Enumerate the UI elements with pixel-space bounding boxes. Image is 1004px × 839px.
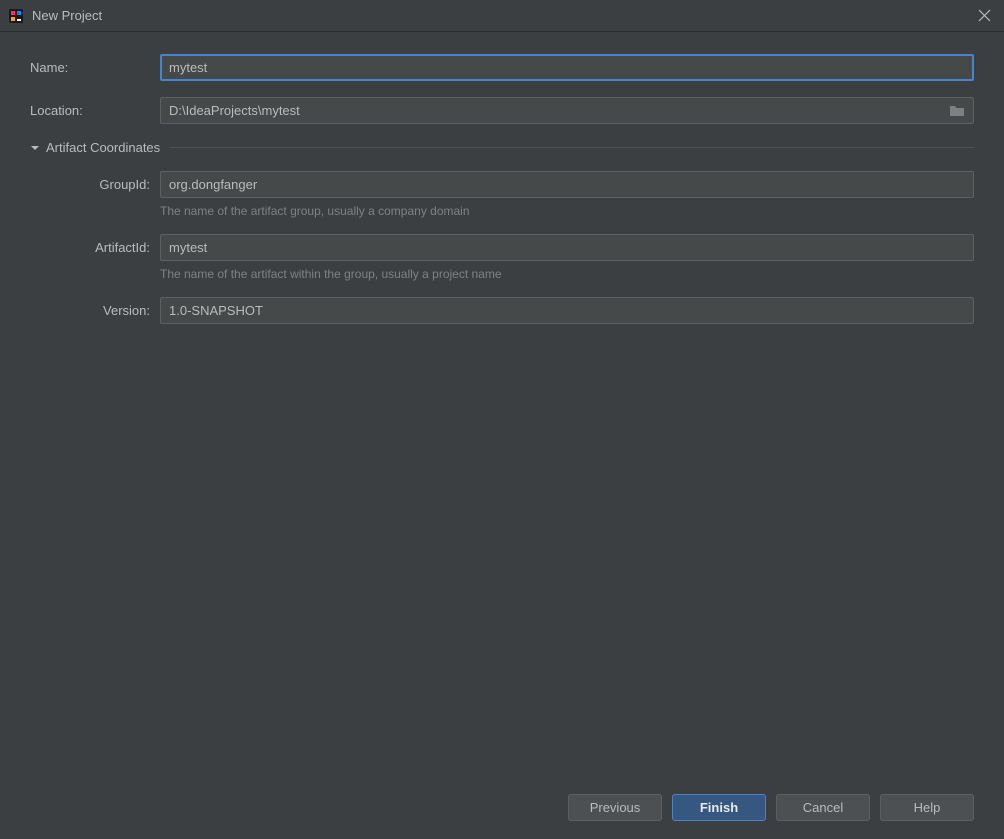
location-label: Location: bbox=[30, 103, 160, 118]
artifact-section: GroupId: The name of the artifact group,… bbox=[30, 171, 974, 330]
groupid-hint: The name of the artifact group, usually … bbox=[160, 204, 974, 218]
name-input[interactable] bbox=[160, 54, 974, 81]
artifactid-input[interactable] bbox=[160, 234, 974, 261]
folder-icon[interactable] bbox=[941, 104, 973, 118]
app-icon bbox=[8, 8, 24, 24]
version-label: Version: bbox=[74, 303, 160, 318]
cancel-button[interactable]: Cancel bbox=[776, 794, 870, 821]
help-button[interactable]: Help bbox=[880, 794, 974, 821]
dialog-footer: Previous Finish Cancel Help bbox=[0, 780, 1004, 839]
version-row: Version: bbox=[74, 297, 974, 324]
location-row: Location: bbox=[30, 97, 974, 124]
window-title: New Project bbox=[32, 8, 972, 23]
artifactid-hint: The name of the artifact within the grou… bbox=[160, 267, 974, 281]
finish-button[interactable]: Finish bbox=[672, 794, 766, 821]
artifact-coordinates-header[interactable]: Artifact Coordinates bbox=[30, 140, 974, 155]
version-input[interactable] bbox=[160, 297, 974, 324]
dialog-content: Name: Location: Artifact Coordinates Gro… bbox=[0, 32, 1004, 780]
section-divider bbox=[170, 147, 974, 148]
chevron-down-icon bbox=[30, 143, 40, 153]
titlebar: New Project bbox=[0, 0, 1004, 32]
name-label: Name: bbox=[30, 60, 160, 75]
location-input[interactable] bbox=[161, 98, 941, 123]
name-row: Name: bbox=[30, 54, 974, 81]
artifactid-label: ArtifactId: bbox=[74, 240, 160, 255]
artifact-section-title: Artifact Coordinates bbox=[46, 140, 160, 155]
groupid-row: GroupId: bbox=[74, 171, 974, 198]
groupid-label: GroupId: bbox=[74, 177, 160, 192]
close-icon[interactable] bbox=[972, 4, 996, 28]
previous-button[interactable]: Previous bbox=[568, 794, 662, 821]
artifactid-row: ArtifactId: bbox=[74, 234, 974, 261]
groupid-input[interactable] bbox=[160, 171, 974, 198]
location-wrapper bbox=[160, 97, 974, 124]
